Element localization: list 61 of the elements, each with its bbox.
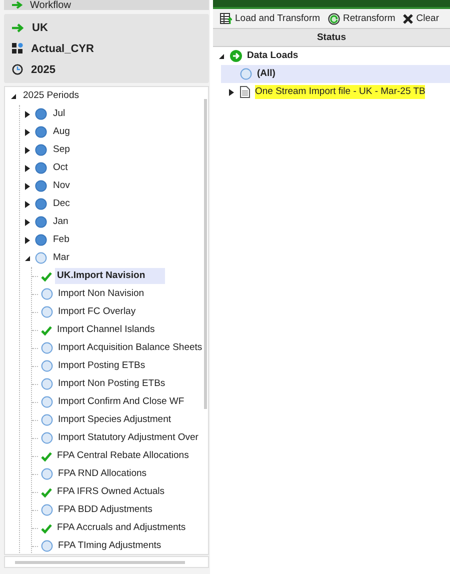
clock-icon bbox=[12, 64, 23, 75]
collapse-caret-icon[interactable] bbox=[23, 254, 31, 262]
horizontal-scrollbar[interactable] bbox=[4, 556, 209, 568]
tree-item[interactable]: One Stream Import file - UK - Mar-25 TB bbox=[255, 85, 426, 99]
tree-item[interactable]: Jul bbox=[51, 106, 68, 122]
column-header[interactable]: Status bbox=[213, 28, 450, 47]
tree-item[interactable]: FPA Accruals and Adjustments bbox=[55, 520, 188, 536]
tree-item[interactable]: Import Non Navision bbox=[56, 286, 146, 302]
tree-item[interactable]: Oct bbox=[51, 160, 70, 176]
expand-caret-icon[interactable] bbox=[23, 164, 31, 172]
expand-caret-icon[interactable] bbox=[227, 88, 235, 96]
grid-icon bbox=[12, 43, 23, 54]
collapse-caret-icon[interactable] bbox=[9, 92, 17, 100]
tree-item[interactable]: Import FC Overlay bbox=[56, 304, 138, 320]
table-icon bbox=[220, 13, 232, 24]
toolbar-button[interactable]: Load and Transform bbox=[217, 13, 324, 24]
tree-item[interactable]: Import Statutory Adjustment Over bbox=[56, 430, 200, 446]
pov-label: Actual_CYR bbox=[31, 42, 94, 54]
toolbar-button[interactable]: Retransform bbox=[325, 12, 398, 24]
tree-item[interactable]: FPA IFRS Owned Actuals bbox=[55, 484, 167, 500]
tree-item[interactable]: Aug bbox=[51, 124, 72, 140]
tree-item[interactable]: Import Acquisition Balance Sheets bbox=[56, 340, 204, 356]
tree-item[interactable]: Sep bbox=[51, 142, 72, 158]
expand-caret-icon[interactable] bbox=[23, 236, 31, 244]
tree-item[interactable]: FPA BDD Adjustments bbox=[56, 502, 154, 518]
tree-item[interactable]: Import Posting ETBs bbox=[56, 358, 148, 374]
panel-title: Workflow bbox=[30, 0, 71, 10]
pov-label: UK bbox=[32, 22, 48, 34]
tree-item[interactable]: Mar bbox=[51, 250, 72, 266]
arrow-icon bbox=[12, 22, 24, 32]
expand-caret-icon[interactable] bbox=[23, 182, 31, 190]
tree-item[interactable]: UK.Import Navision bbox=[55, 268, 166, 284]
circle-icon bbox=[240, 68, 252, 80]
tree-item[interactable]: FPA Central Rebate Allocations bbox=[55, 448, 191, 464]
tree-item[interactable]: Feb bbox=[51, 232, 72, 248]
collapse-caret-icon[interactable] bbox=[217, 52, 225, 60]
expand-caret-icon[interactable] bbox=[23, 218, 31, 226]
expand-caret-icon[interactable] bbox=[23, 146, 31, 154]
tree-item[interactable]: Nov bbox=[51, 178, 72, 194]
tree-item[interactable]: Import Confirm And Close WF bbox=[56, 394, 186, 410]
close-icon bbox=[403, 14, 414, 24]
arrow-circle-icon bbox=[230, 50, 242, 62]
tree-item[interactable]: FPA RND Allocations bbox=[56, 466, 149, 482]
tree-item[interactable]: Jan bbox=[51, 214, 70, 230]
toolbar-button[interactable]: Clear bbox=[400, 13, 442, 24]
expand-caret-icon[interactable] bbox=[23, 128, 31, 136]
expand-caret-icon[interactable] bbox=[23, 110, 31, 118]
arrow-icon bbox=[12, 1, 24, 9]
tree-item[interactable]: Import Non Posting ETBs bbox=[56, 376, 168, 392]
expand-caret-icon[interactable] bbox=[23, 200, 31, 208]
tree-item[interactable]: (All) bbox=[257, 67, 276, 81]
tree-item[interactable]: 2025 Periods bbox=[21, 88, 81, 104]
selected-row[interactable]: (All) bbox=[221, 65, 450, 83]
tree-item[interactable]: Dec bbox=[51, 196, 72, 212]
refresh-icon bbox=[328, 12, 340, 24]
tree-item[interactable]: FPA TIming Adjustments bbox=[56, 538, 164, 554]
tree-item[interactable]: Import Channel Islands bbox=[55, 322, 157, 338]
tree-item[interactable]: Data Loads bbox=[247, 49, 298, 63]
tree-item[interactable]: Import Species Adjustment bbox=[56, 412, 173, 428]
document-icon bbox=[240, 86, 250, 98]
pov-label: 2025 bbox=[31, 64, 56, 76]
